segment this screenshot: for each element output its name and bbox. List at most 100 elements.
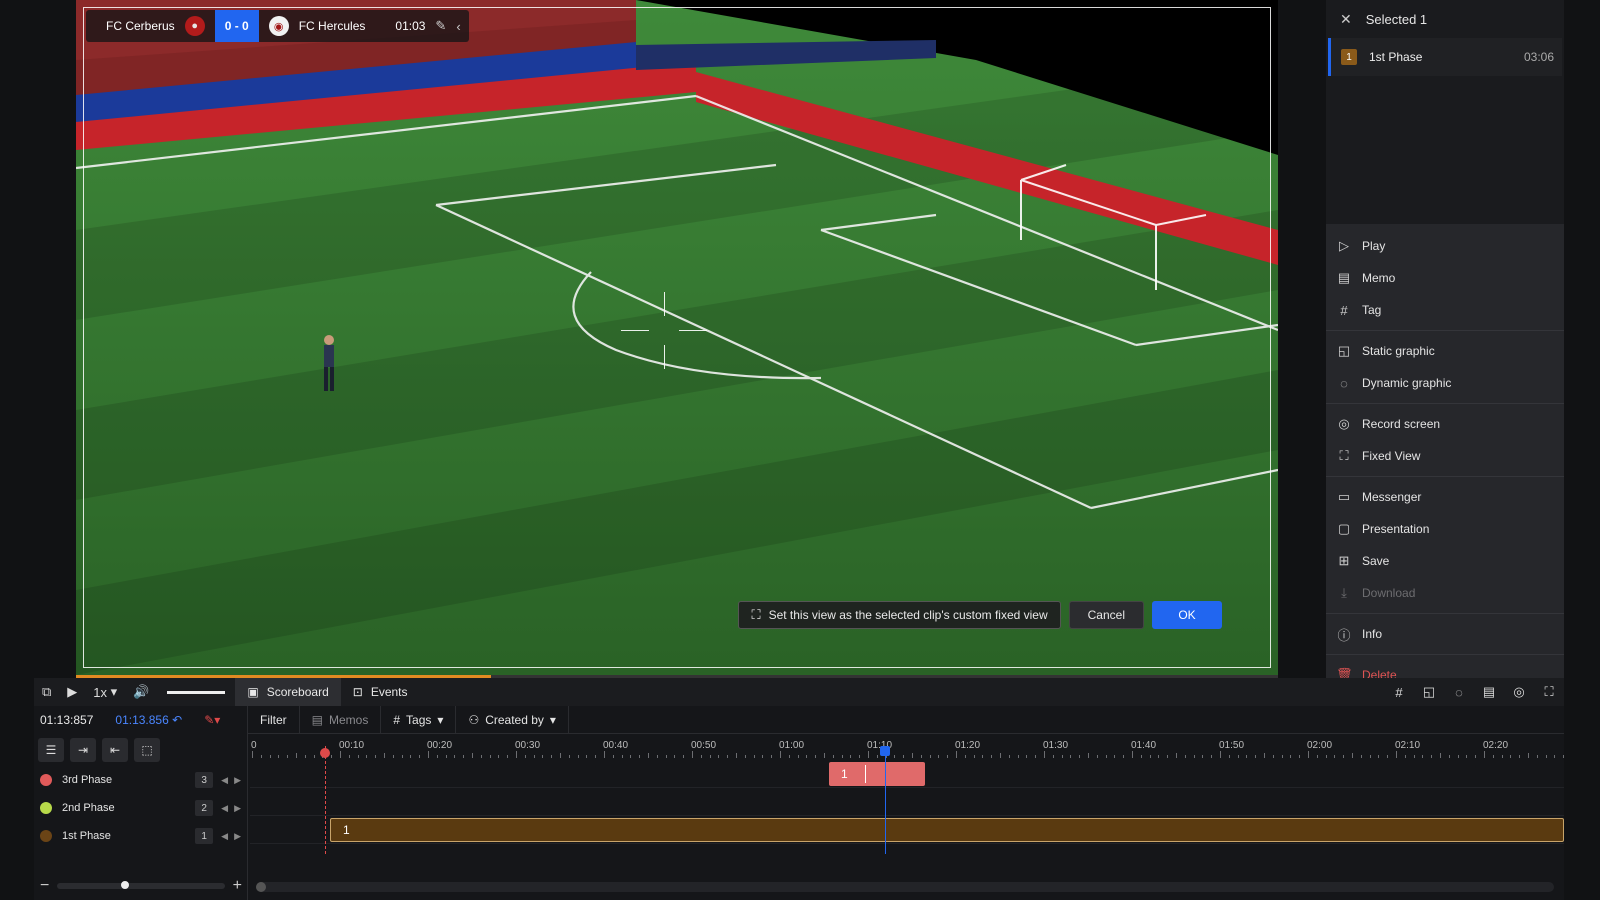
ruler-tick [762, 755, 764, 758]
action-record-screen[interactable]: ◎ Record screen [1326, 408, 1564, 440]
zoom-in-icon[interactable]: + [233, 877, 242, 895]
chevron-down-icon: ▾ [437, 712, 444, 727]
collapse-scoreboard-icon[interactable]: ‹ [456, 19, 460, 34]
action-fixed-view[interactable]: ⛶ Fixed View [1326, 440, 1564, 472]
record-tool-icon[interactable]: ◎ [1504, 678, 1534, 706]
ok-button[interactable]: OK [1152, 601, 1222, 629]
zoom-slider[interactable] [57, 881, 225, 889]
action-memo[interactable]: ▤ Memo [1326, 262, 1564, 294]
tag-tool-icon[interactable]: # [1384, 678, 1414, 706]
ruler-tick [982, 755, 984, 758]
speed-select[interactable]: 1x ▾ [85, 678, 125, 706]
memo-tool-icon[interactable]: ▤ [1474, 678, 1504, 706]
ruler-tick [1448, 755, 1450, 758]
action-dynamic-graphic[interactable]: ◌ Dynamic graphic [1326, 367, 1564, 399]
created-by-filter[interactable]: ⚇ Created by ▾ [456, 705, 569, 734]
ruler-tick [1114, 755, 1116, 758]
ruler-tick [489, 755, 491, 758]
fixed-view-hint-text: Set this view as the selected clip's cus… [768, 608, 1048, 622]
timeline-zoom: − + [34, 872, 248, 900]
highlight-marker-icon[interactable]: ✎▾ [204, 713, 220, 727]
time-ruler[interactable]: 0 00:10 00:20 00:30 00:40 00:50 01:00 01:10 01:2… [250, 734, 1565, 760]
ruler-tick [665, 755, 667, 758]
prev-clip-icon[interactable]: ◀ [221, 775, 228, 786]
fullscreen-icon[interactable]: ⛶ [1534, 678, 1564, 706]
ruler-tick [1545, 755, 1547, 758]
track-clip-count: 1 [195, 828, 214, 844]
timeline-scrollbar[interactable] [256, 882, 1554, 892]
action-label: Static graphic [1362, 344, 1435, 358]
prev-clip-icon[interactable]: ◀ [221, 803, 228, 814]
selected-timecode[interactable]: 01:13.856 ↶ [115, 713, 182, 727]
select-area-icon[interactable]: ⬚ [134, 738, 160, 762]
ruler-tick [287, 755, 289, 758]
ruler-tick [1369, 755, 1371, 758]
hash-icon: # [393, 712, 401, 727]
next-clip-icon[interactable]: ▶ [234, 803, 241, 814]
zoom-slider-handle[interactable] [121, 881, 130, 889]
ruler-tick [1070, 755, 1072, 758]
volume-icon[interactable]: 🔊 [125, 678, 157, 706]
tags-filter[interactable]: # Tags ▾ [381, 705, 457, 734]
save-icon: ⊞ [1338, 553, 1350, 568]
tab-events[interactable]: ⊡ Events [341, 678, 420, 706]
in-point-handle[interactable] [320, 748, 330, 758]
action-presentation[interactable]: ▢ Presentation [1326, 513, 1564, 545]
ruler-tick [824, 753, 825, 758]
ruler-tick [1246, 755, 1248, 758]
tab-scoreboard[interactable]: ▣ Scoreboard [235, 678, 341, 706]
ruler-tick [269, 755, 271, 758]
dynamic-graphic-tool-icon[interactable]: ◌ [1444, 678, 1474, 706]
timeline: 01:13:857 01:13.856 ↶ ✎▾ ☰ ⇥ ⇤ ⬚ 3rd Pha… [34, 705, 1565, 900]
crosshair-horizontal [679, 330, 707, 331]
track-label-1st-phase[interactable]: 1st Phase 1 ◀ ▶ [34, 822, 247, 850]
zoom-out-icon[interactable]: − [40, 877, 49, 895]
align-right-icon[interactable]: ⇥ [70, 738, 96, 762]
ruler-tick [859, 755, 861, 758]
next-clip-icon[interactable]: ▶ [234, 775, 241, 786]
ruler-tick [384, 753, 385, 758]
selected-clip-item[interactable]: 1 1st Phase 03:06 [1328, 38, 1562, 76]
cancel-button[interactable]: Cancel [1068, 601, 1144, 629]
playhead-handle[interactable] [880, 746, 890, 756]
video-player[interactable]: FC Cerberus ● 0 - 0 ◉ FC Hercules 01:03 … [76, 0, 1278, 675]
hash-icon: # [1340, 302, 1348, 318]
play-icon[interactable]: ▶ [59, 678, 85, 706]
ruler-tick [1140, 755, 1142, 758]
action-play[interactable]: ▷ Play [1326, 230, 1564, 262]
action-download: ⤓ Download [1326, 577, 1564, 609]
action-tag[interactable]: # Tag [1326, 294, 1564, 326]
action-messenger[interactable]: ▭ Messenger [1326, 481, 1564, 513]
track-label-2nd-phase[interactable]: 2nd Phase 2 ◀ ▶ [34, 794, 247, 822]
action-save[interactable]: ⊞ Save [1326, 545, 1564, 577]
in-point-marker[interactable] [325, 746, 326, 854]
ruler-tick [401, 755, 403, 758]
ruler-tick [1281, 755, 1283, 758]
divider [1326, 654, 1564, 655]
ruler-tick [832, 755, 834, 758]
action-static-graphic[interactable]: ◱ Static graphic [1326, 335, 1564, 367]
track-label-3rd-phase[interactable]: 3rd Phase 3 ◀ ▶ [34, 766, 247, 794]
playhead[interactable] [885, 748, 886, 854]
ruler-tick [419, 755, 421, 758]
ruler-tick [1492, 755, 1494, 758]
static-graphic-tool-icon[interactable]: ◱ [1414, 678, 1444, 706]
scrollbar-thumb[interactable] [256, 882, 266, 892]
undo-icon[interactable]: ↶ [172, 713, 182, 727]
edit-clock-icon[interactable]: ✎ [435, 18, 446, 34]
clip-duration: 03:06 [1523, 50, 1554, 64]
ruler-label: 0 [251, 740, 257, 751]
memos-filter[interactable]: ▤ Memos [300, 705, 382, 734]
action-info[interactable]: ⓘ Info [1326, 618, 1564, 650]
volume-slider[interactable] [167, 690, 226, 694]
align-left-icon[interactable]: ⇤ [102, 738, 128, 762]
clip-1st-phase[interactable]: 1 [330, 818, 1564, 842]
close-icon[interactable]: ✕ [1340, 11, 1352, 28]
next-clip-icon[interactable]: ▶ [234, 831, 241, 842]
align-center-icon[interactable]: ☰ [38, 738, 64, 762]
prev-clip-icon[interactable]: ◀ [221, 831, 228, 842]
clip-3rd-phase[interactable]: 1 [829, 762, 925, 786]
selected-timecode-value: 01:13.856 [115, 713, 169, 727]
toggle-layout-icon[interactable]: ⧉ [34, 678, 59, 706]
ruler-tick [868, 751, 869, 758]
